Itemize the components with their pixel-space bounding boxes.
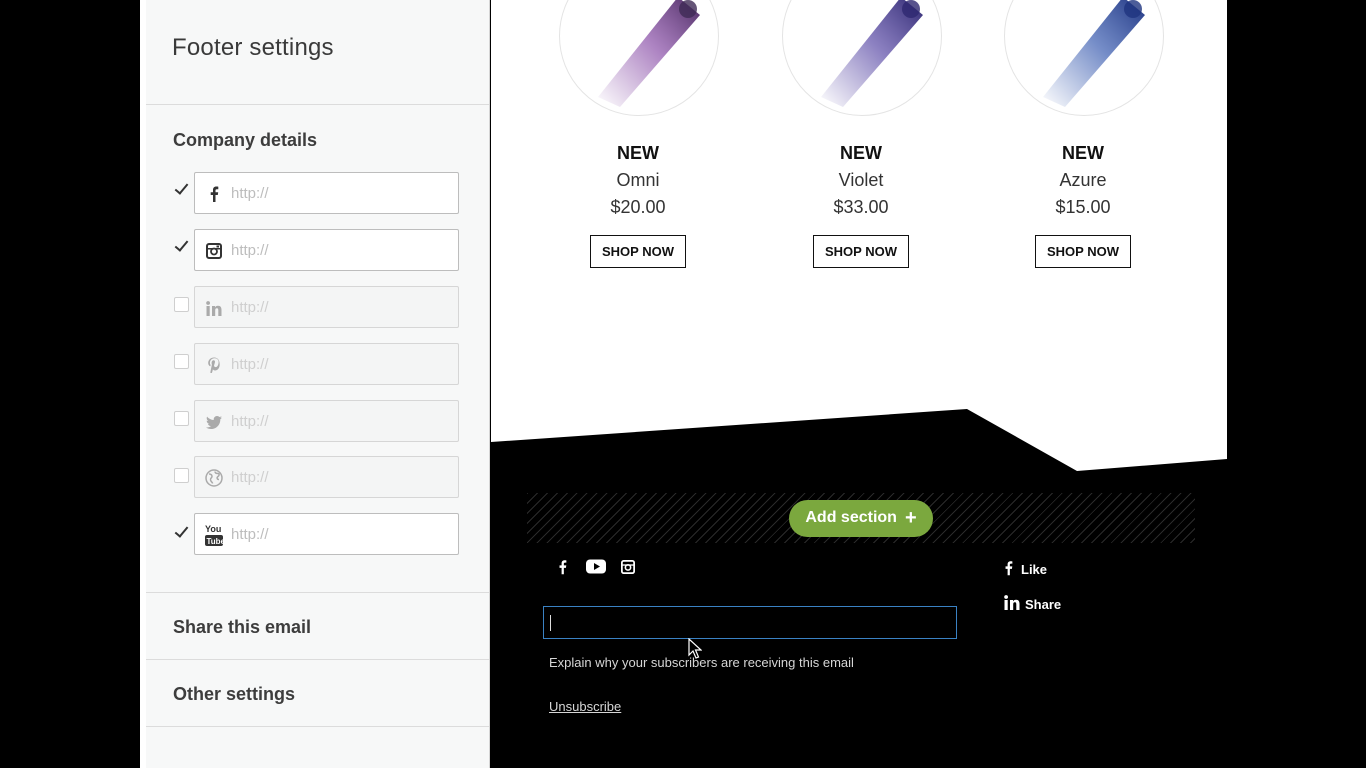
divider: [146, 592, 489, 593]
instagram-url-input[interactable]: [231, 230, 451, 270]
product-image: [559, 0, 719, 116]
product-image: [1004, 0, 1164, 116]
globe-icon: [205, 469, 223, 487]
product-badge: NEW: [1062, 143, 1104, 163]
instagram-checkbox[interactable]: [174, 239, 189, 254]
like-button[interactable]: Like: [1004, 560, 1047, 579]
product-image: [782, 0, 942, 116]
share-label: Share: [1025, 596, 1062, 612]
youtube-icon: You Tube: [205, 523, 223, 547]
twitter-url-field[interactable]: [194, 400, 459, 442]
company-details-heading[interactable]: Company details: [173, 130, 317, 151]
explain-text: Explain why your subscribers are receivi…: [549, 655, 854, 670]
shop-now-button[interactable]: SHOP NOW: [590, 235, 686, 268]
facebook-icon: [205, 185, 223, 203]
footer-settings-panel: Footer settings Company details http:// …: [140, 0, 490, 768]
add-section-button[interactable]: Add section +: [789, 500, 933, 537]
youtube-checkbox[interactable]: [174, 525, 189, 540]
product-badge: NEW: [840, 143, 882, 163]
divider: [146, 659, 489, 660]
pinterest-checkbox[interactable]: [174, 354, 189, 369]
product-name: Azure: [1059, 170, 1107, 190]
youtube-icon: [586, 559, 606, 579]
add-section-label: Add section: [805, 509, 897, 526]
linkedin-share-button[interactable]: Share: [1004, 595, 1061, 613]
footer-settings-panel-inner: Footer settings Company details http:// …: [146, 0, 490, 768]
footer-facebook-link[interactable]: [558, 558, 567, 580]
pinterest-url-input[interactable]: [231, 344, 451, 384]
facebook-icon: [1004, 560, 1013, 579]
footer-text-input[interactable]: [543, 606, 957, 639]
product-price: $20.00: [610, 197, 666, 217]
website-url-field[interactable]: [194, 456, 459, 498]
pinterest-icon: [205, 356, 223, 374]
like-label: Like: [1021, 562, 1048, 577]
add-section-dropzone[interactable]: Add section +: [527, 493, 1195, 543]
shop-now-button[interactable]: SHOP NOW: [813, 235, 909, 268]
plus-icon: +: [904, 507, 917, 529]
linkedin-url-input[interactable]: [231, 287, 451, 327]
facebook-icon: [558, 559, 567, 580]
facebook-url-input[interactable]: [231, 173, 451, 213]
footer-instagram-link[interactable]: [621, 558, 635, 580]
svg-text:You: You: [205, 524, 221, 534]
product-price: $15.00: [1055, 197, 1111, 217]
product-price: $33.00: [833, 197, 889, 217]
divider: [146, 726, 489, 727]
product-name: Violet: [838, 170, 884, 190]
text-caret: [550, 615, 551, 631]
share-this-email-heading[interactable]: Share this email: [173, 617, 311, 638]
instagram-icon: [621, 559, 635, 579]
website-url-input[interactable]: [231, 457, 451, 497]
linkedin-checkbox[interactable]: [174, 297, 189, 312]
linkedin-icon: [1004, 595, 1020, 613]
shop-now-button[interactable]: SHOP NOW: [1035, 235, 1131, 268]
facebook-checkbox[interactable]: [174, 182, 189, 197]
linkedin-icon: [205, 299, 223, 317]
divider: [146, 104, 489, 105]
footer-youtube-link[interactable]: [586, 558, 606, 580]
twitter-checkbox[interactable]: [174, 411, 189, 426]
product-section: NEW Omni $20.00 SHOP NOW NEW Violet $33.…: [491, 0, 1227, 480]
svg-text:Tube: Tube: [207, 537, 224, 546]
twitter-icon: [205, 413, 223, 431]
pinterest-url-field[interactable]: [194, 343, 459, 385]
angled-divider: [491, 409, 1227, 480]
unsubscribe-link[interactable]: Unsubscribe: [549, 699, 621, 714]
panel-title: Footer settings: [172, 34, 334, 61]
twitter-url-input[interactable]: [231, 401, 451, 441]
youtube-url-field[interactable]: You Tube: [194, 513, 459, 555]
facebook-url-field[interactable]: [194, 172, 459, 214]
linkedin-url-field[interactable]: [194, 286, 459, 328]
product-name: Omni: [616, 170, 660, 190]
email-preview: NEW Omni $20.00 SHOP NOW NEW Violet $33.…: [491, 0, 1227, 768]
website-checkbox[interactable]: [174, 468, 189, 483]
other-settings-heading[interactable]: Other settings: [173, 684, 295, 705]
instagram-icon: [205, 242, 223, 260]
instagram-url-field[interactable]: [194, 229, 459, 271]
product-badge: NEW: [617, 143, 659, 163]
youtube-url-input[interactable]: [231, 514, 451, 554]
